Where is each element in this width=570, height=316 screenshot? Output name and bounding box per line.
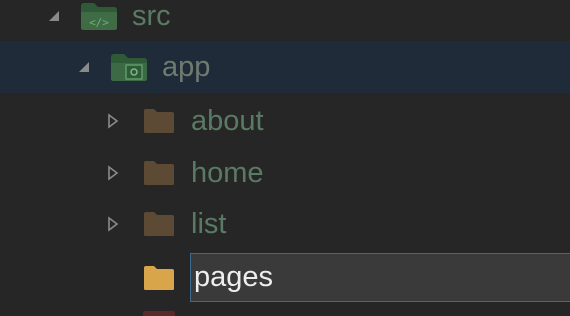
folder-name-input[interactable]	[190, 253, 570, 302]
tree-item-label: about	[191, 105, 264, 137]
tree-item-list[interactable]: list	[0, 198, 570, 250]
svg-text:</>: </>	[89, 16, 109, 29]
chevron-collapsed-icon[interactable]	[103, 147, 123, 199]
tree-item-about[interactable]: about	[0, 95, 570, 147]
tree-item-src[interactable]: </> src	[0, 0, 570, 42]
chevron-collapsed-icon[interactable]	[103, 95, 123, 147]
tree-item-label: app	[162, 51, 211, 83]
tree-item-label: src	[132, 0, 171, 32]
chevron-expanded-icon[interactable]	[44, 0, 64, 42]
tree-item-label: home	[191, 157, 264, 189]
partial-folder-icon	[143, 311, 175, 316]
folder-icon	[143, 198, 175, 250]
folder-app-icon	[110, 41, 148, 93]
chevron-expanded-icon[interactable]	[74, 41, 94, 93]
folder-icon	[143, 95, 175, 147]
tree-item-app[interactable]: app	[0, 41, 570, 93]
tree-item-home[interactable]: home	[0, 147, 570, 199]
chevron-collapsed-icon[interactable]	[103, 198, 123, 250]
folder-src-icon: </>	[80, 0, 118, 42]
folder-icon	[143, 252, 175, 304]
folder-icon	[143, 147, 175, 199]
tree-item-label: list	[191, 208, 227, 240]
file-explorer-tree: </> src app about home list pages	[0, 0, 570, 316]
